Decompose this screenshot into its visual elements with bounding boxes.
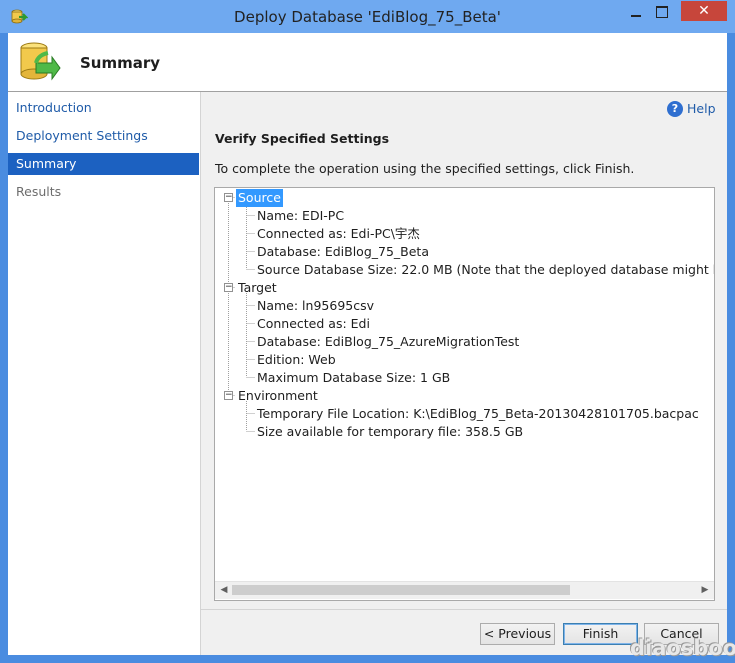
scroll-right-arrow-icon[interactable]: ▶: [699, 584, 711, 596]
close-button[interactable]: ✕: [681, 1, 727, 21]
wizard-header: Summary: [8, 33, 727, 92]
dialog-client-area: Summary Introduction Deployment Settings…: [8, 33, 727, 655]
tree-item[interactable]: Name: ln95695csv: [257, 297, 374, 315]
page-title: Summary: [80, 54, 161, 72]
tree-item[interactable]: Database: EdiBlog_75_Beta: [257, 243, 429, 261]
tree-item[interactable]: Edition: Web: [257, 351, 336, 369]
instruction-text: To complete the operation using the spec…: [215, 161, 635, 176]
tree-item[interactable]: Database: EdiBlog_75_AzureMigrationTest: [257, 333, 519, 351]
scroll-left-arrow-icon[interactable]: ◀: [218, 584, 230, 596]
maximize-button[interactable]: [656, 6, 668, 18]
dialog-window: Deploy Database 'EdiBlog_75_Beta' ✕ Summ…: [0, 0, 735, 663]
database-deploy-icon: [20, 42, 61, 81]
tree-node-source[interactable]: Source: [236, 189, 283, 207]
tree-node-target[interactable]: Target: [236, 279, 279, 297]
help-icon: ?: [667, 101, 683, 117]
finish-button[interactable]: Finish: [563, 623, 638, 645]
tree-item[interactable]: Connected as: Edi: [257, 315, 370, 333]
watermark: diaosbook: [630, 636, 735, 660]
help-label[interactable]: Help: [687, 101, 716, 116]
window-title: Deploy Database 'EdiBlog_75_Beta': [234, 8, 501, 26]
scrollbar-thumb[interactable]: [232, 585, 570, 595]
sidebar-item-deployment-settings[interactable]: Deployment Settings: [8, 125, 199, 147]
tree-item[interactable]: Source Database Size: 22.0 MB (Note that…: [257, 261, 714, 279]
minimize-button[interactable]: [629, 9, 643, 19]
tree-node-environment[interactable]: Environment: [236, 387, 320, 405]
settings-tree[interactable]: − Source Name: EDI-PC Connected as: Edi-…: [214, 187, 715, 601]
tree-item[interactable]: Temporary File Location: K:\EdiBlog_75_B…: [257, 405, 699, 423]
wizard-main-panel: ? Help Verify Specified Settings To comp…: [201, 92, 727, 655]
tree-item[interactable]: Name: EDI-PC: [257, 207, 344, 225]
horizontal-scrollbar[interactable]: ◀ ▶: [215, 581, 714, 599]
sidebar-item-summary[interactable]: Summary: [8, 153, 199, 175]
footer-divider: [201, 609, 727, 610]
tree-item[interactable]: Maximum Database Size: 1 GB: [257, 369, 450, 387]
tree-item[interactable]: Size available for temporary file: 358.5…: [257, 423, 523, 441]
tree-item[interactable]: Connected as: Edi-PC\宇杰: [257, 225, 420, 243]
sidebar-item-introduction[interactable]: Introduction: [8, 97, 199, 119]
section-title: Verify Specified Settings: [215, 131, 390, 146]
collapse-target-icon[interactable]: −: [224, 283, 233, 292]
collapse-source-icon[interactable]: −: [224, 193, 233, 202]
sidebar-item-results: Results: [16, 184, 62, 199]
title-bar[interactable]: Deploy Database 'EdiBlog_75_Beta' ✕: [0, 0, 735, 33]
collapse-environment-icon[interactable]: −: [224, 391, 233, 400]
wizard-sidebar: Introduction Deployment Settings Summary…: [8, 92, 201, 655]
previous-button[interactable]: < Previous: [480, 623, 555, 645]
